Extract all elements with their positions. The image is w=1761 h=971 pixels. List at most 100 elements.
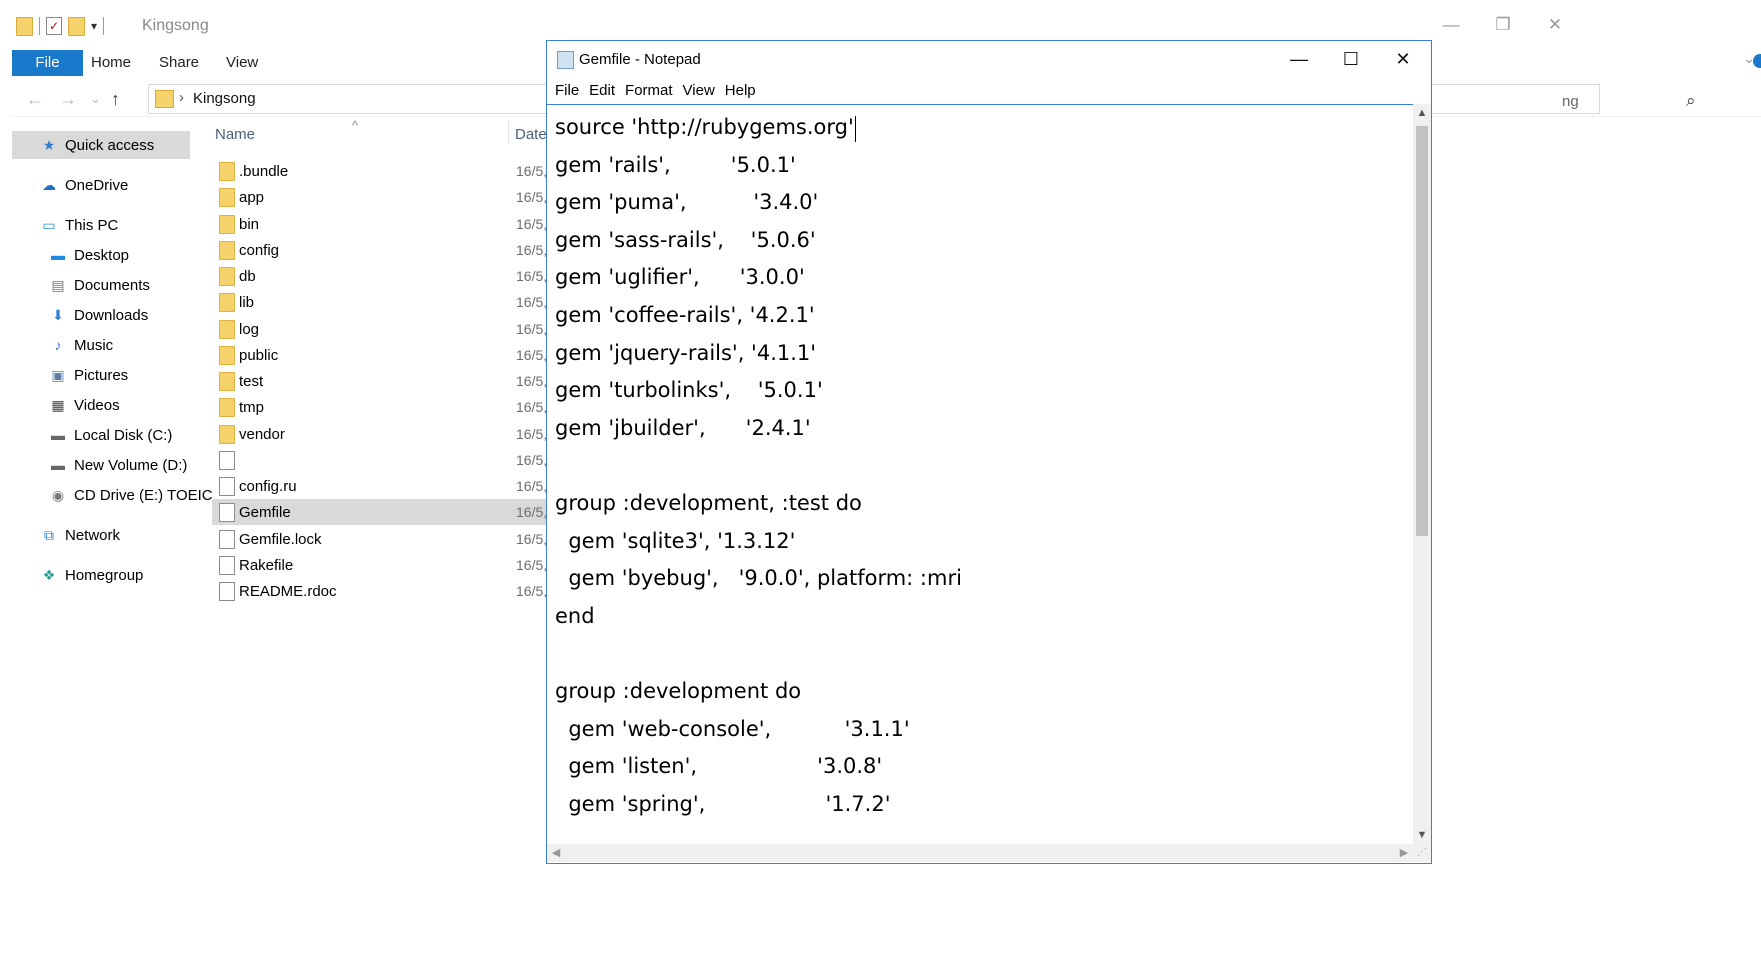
file-row[interactable]: Gemfile.lock 16/5, (212, 526, 552, 552)
file-icon (219, 503, 235, 523)
drive-icon: ▬ (51, 427, 65, 443)
file-row[interactable]: 16/5, (212, 447, 552, 473)
code-line: source 'http://rubygems.org' (555, 115, 854, 139)
file-row[interactable]: Gemfile 16/5, (212, 499, 552, 526)
file-date: 16/5, (516, 425, 548, 442)
nav-item-label: New Volume (D:) (74, 456, 188, 474)
menu-view[interactable]: View (681, 79, 723, 103)
menu-format[interactable]: Format (623, 79, 681, 103)
nav-item-local-disk[interactable]: ▬ Local Disk (C:) (49, 421, 172, 449)
file-row[interactable]: config 16/5, (212, 237, 552, 263)
file-row[interactable]: tmp 16/5, (212, 394, 552, 420)
column-header-date[interactable]: Date (515, 126, 547, 143)
close-button[interactable]: ✕ (1532, 8, 1578, 44)
file-row[interactable]: README.rdoc 16/5, (212, 578, 552, 604)
column-divider[interactable] (508, 120, 509, 144)
tab-file[interactable]: File (12, 50, 83, 76)
nav-item-label: Local Disk (C:) (74, 426, 173, 444)
file-row[interactable]: lib 16/5, (212, 289, 552, 315)
file-row[interactable]: config.ru 16/5, (212, 473, 552, 499)
nav-item-cd-drive[interactable]: ◉ CD Drive (E:) TOEIC (49, 481, 213, 509)
scroll-left-icon[interactable]: ◀ (547, 844, 565, 862)
close-button[interactable]: ✕ (1377, 43, 1429, 75)
computer-icon: ▭ (42, 217, 56, 233)
file-name: vendor (239, 425, 285, 443)
file-row[interactable]: test 16/5, (212, 368, 552, 394)
file-row[interactable]: db 16/5, (212, 263, 552, 289)
minimize-button[interactable]: — (1273, 43, 1325, 75)
nav-item-onedrive[interactable]: ☁ OneDrive (40, 171, 128, 199)
horizontal-scrollbar[interactable]: ◀ ▶ (547, 844, 1413, 862)
file-row[interactable]: log 16/5, (212, 316, 552, 342)
restore-button[interactable]: ❐ (1480, 8, 1526, 44)
menu-edit[interactable]: Edit (587, 79, 623, 103)
menu-help[interactable]: Help (723, 79, 764, 103)
file-name: tmp (239, 399, 265, 417)
nav-item-pictures[interactable]: ▣ Pictures (49, 361, 128, 389)
file-row[interactable]: Rakefile 16/5, (212, 552, 552, 578)
nav-item-videos[interactable]: ▦ Videos (49, 391, 120, 419)
nav-item-quick-access[interactable]: ★ Quick access (12, 131, 190, 159)
nav-item-music[interactable]: ♪ Music (49, 331, 114, 359)
help-icon[interactable] (1753, 54, 1761, 68)
nav-item-desktop[interactable]: ▬ Desktop (49, 241, 129, 269)
properties-icon[interactable]: ✓ (46, 17, 62, 35)
code-line: gem 'web-console', '3.1.1' (555, 716, 910, 741)
code-line: gem 'sass-rails', '5.0.6' (555, 227, 816, 252)
recent-locations-icon[interactable]: ⌄ (90, 91, 101, 107)
scroll-up-icon[interactable]: ▲ (1413, 104, 1431, 122)
notepad-icon (557, 51, 574, 69)
file-date: 16/5, (516, 451, 548, 468)
nav-item-new-volume[interactable]: ▬ New Volume (D:) (49, 451, 187, 479)
tab-view[interactable]: View (226, 50, 258, 76)
tab-share[interactable]: Share (159, 50, 199, 76)
vertical-scrollbar[interactable]: ▲ ▼ (1413, 104, 1431, 844)
scroll-down-icon[interactable]: ▼ (1413, 826, 1431, 844)
nav-item-documents[interactable]: ▤ Documents (49, 271, 150, 299)
text-editor-area[interactable]: source 'http://rubygems.org' gem 'rails',… (547, 104, 1413, 845)
folder-icon (219, 293, 235, 313)
file-icon (219, 529, 235, 549)
folder-icon (219, 372, 235, 391)
resize-grip-icon[interactable]: ⋰ (1413, 844, 1431, 862)
maximize-button[interactable]: ☐ (1325, 43, 1377, 75)
column-header-name[interactable]: Name (215, 126, 255, 143)
new-folder-icon[interactable] (68, 16, 85, 36)
nav-item-label: This PC (65, 216, 119, 234)
search-input[interactable]: ng (1562, 93, 1579, 110)
file-date: 16/5, (516, 556, 548, 573)
file-row[interactable]: vendor 16/5, (212, 421, 552, 447)
up-icon[interactable]: ↑ (111, 89, 120, 110)
file-row[interactable]: app 16/5, (212, 184, 552, 210)
file-row[interactable]: .bundle 16/5, (212, 158, 552, 184)
minimize-button[interactable]: — (1428, 8, 1474, 44)
nav-item-label: Videos (74, 396, 120, 414)
file-row[interactable]: public 16/5, (212, 342, 552, 368)
cd-drive-icon: ◉ (51, 487, 65, 503)
folder-icon (219, 214, 235, 234)
file-date: 16/5, (516, 373, 548, 389)
menu-file[interactable]: File (553, 79, 587, 103)
nav-item-this-pc[interactable]: ▭ This PC (40, 211, 118, 239)
sort-ascending-icon: ^ (352, 118, 359, 133)
scroll-right-icon[interactable]: ▶ (1395, 844, 1413, 862)
search-icon[interactable]: ⌕ (1686, 91, 1696, 111)
customize-toolbar-icon[interactable]: ▾ (91, 19, 97, 33)
nav-item-network[interactable]: ⧉ Network (40, 521, 120, 549)
nav-item-label: Network (65, 526, 121, 544)
address-path[interactable]: Kingsong (193, 90, 256, 107)
file-date: 16/5, (516, 399, 548, 416)
file-date: 16/5, (516, 346, 548, 363)
nav-item-label: Downloads (74, 306, 149, 324)
folder-icon (219, 188, 235, 208)
file-row[interactable]: bin 16/5, (212, 211, 552, 237)
forward-icon[interactable]: → (59, 89, 77, 110)
file-name: test (239, 373, 264, 390)
file-name: lib (239, 294, 255, 312)
scroll-thumb[interactable] (1416, 126, 1428, 536)
back-icon[interactable]: ← (26, 89, 44, 110)
nav-item-downloads[interactable]: ⬇ Downloads (49, 301, 148, 329)
code-line: gem 'uglifier', '3.0.0' (555, 265, 805, 290)
nav-item-homegroup[interactable]: ❖ Homegroup (40, 561, 144, 589)
tab-home[interactable]: Home (91, 50, 131, 76)
